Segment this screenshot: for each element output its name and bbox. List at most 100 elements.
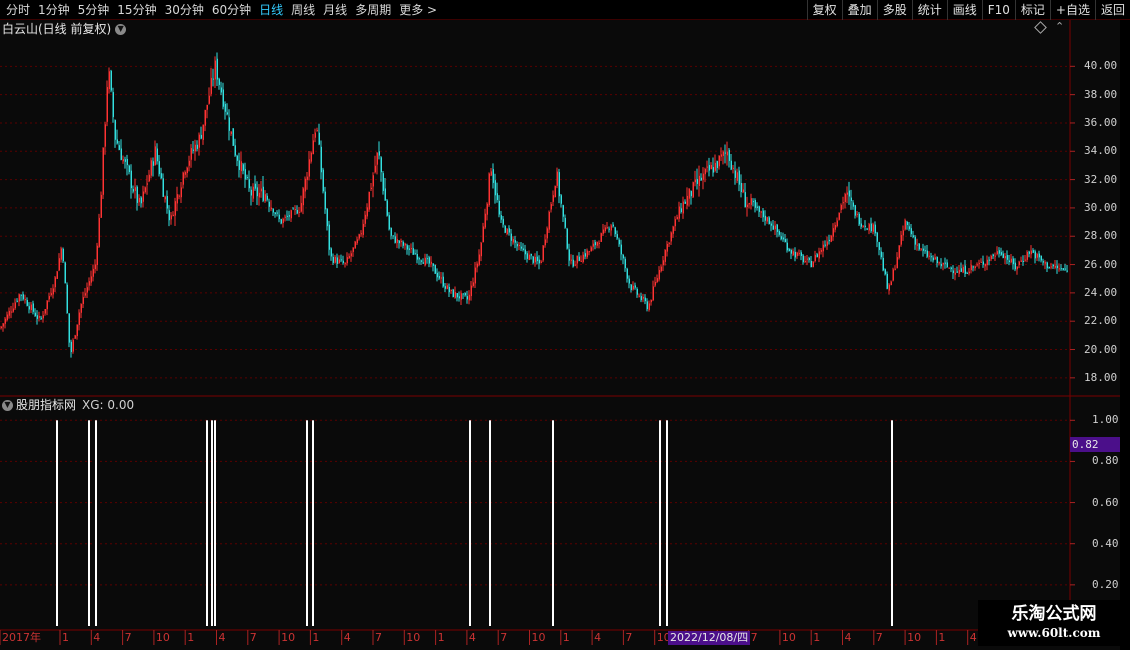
candle-down (406, 245, 408, 250)
candle-down (1052, 264, 1054, 267)
chevron-up-icon[interactable]: ⌃ (1055, 20, 1064, 33)
candle-up (868, 224, 870, 231)
candle-up (18, 294, 20, 302)
candle-down (1014, 262, 1016, 270)
candle-down (680, 208, 682, 213)
candle-up (830, 235, 832, 242)
date-tick-label: 1 (437, 631, 445, 644)
indicator-tick-label: 0.40 (1092, 536, 1119, 550)
candle-down (816, 254, 818, 258)
candle-up (98, 217, 100, 247)
candle-up (396, 239, 398, 243)
candle-up (1016, 266, 1018, 270)
candle-down (758, 206, 760, 212)
candle-up (366, 207, 368, 217)
candle-up (928, 255, 930, 257)
candle-up (840, 205, 842, 210)
candle-down (640, 296, 642, 301)
candle-down (414, 253, 416, 255)
candle-up (1020, 260, 1022, 262)
xg-signal-bar (206, 420, 208, 626)
candle-down (756, 206, 758, 208)
candle-down (120, 148, 122, 160)
candle-up (650, 300, 652, 303)
candle-down (378, 151, 380, 156)
candle-down (428, 257, 430, 264)
kline-chart[interactable] (0, 0, 1120, 650)
candle-down (620, 244, 622, 255)
candle-down (982, 261, 984, 265)
candle-down (456, 293, 458, 298)
candle-up (312, 140, 314, 155)
candle-down (914, 236, 916, 245)
candle-down (960, 268, 962, 272)
candle-down (752, 201, 754, 203)
candle-down (26, 300, 28, 306)
candle-down (754, 200, 756, 208)
candle-down (166, 196, 168, 209)
candle-up (674, 219, 676, 227)
candle-up (344, 262, 346, 264)
candle-up (792, 251, 794, 256)
candle-down (32, 303, 34, 312)
candle-up (996, 251, 998, 255)
candle-down (728, 149, 730, 161)
candle-up (364, 214, 366, 224)
date-tick-label: 1 (187, 631, 195, 644)
candle-up (482, 226, 484, 243)
candle-down (866, 228, 868, 230)
candle-up (582, 254, 584, 262)
candle-down (696, 179, 698, 184)
candle-up (1010, 258, 1012, 263)
candle-up (94, 264, 96, 270)
candle-up (252, 186, 254, 199)
candle-down (764, 215, 766, 221)
candle-down (458, 296, 460, 299)
candle-up (1018, 261, 1020, 265)
candle-up (836, 220, 838, 227)
candle-up (844, 194, 846, 202)
candle-down (734, 170, 736, 178)
price-panel-header: 白云山(日线 前复权) ▼ (2, 21, 127, 37)
candle-up (826, 241, 828, 246)
candle-up (704, 169, 706, 175)
candle-down (636, 288, 638, 295)
candle-up (84, 293, 86, 296)
chevron-down-icon[interactable]: ▼ (115, 23, 127, 35)
candle-up (102, 147, 104, 195)
candle-down (1022, 260, 1024, 262)
candle-up (90, 276, 92, 283)
watermark: 乐淘公式网 www.60lt.com (978, 600, 1130, 646)
date-tick-label: 4 (93, 631, 101, 644)
side-panel-strip[interactable] (1120, 20, 1130, 650)
chevron-down-icon[interactable]: ▼ (2, 399, 13, 411)
candle-up (720, 154, 722, 157)
candle-up (820, 249, 822, 252)
candle-up (372, 175, 374, 187)
candle-up (74, 335, 76, 339)
candle-down (386, 200, 388, 216)
candle-down (530, 253, 532, 256)
candle-down (196, 144, 198, 149)
candle-down (498, 200, 500, 215)
xg-value: XG: 0.00 (82, 398, 135, 412)
candle-up (814, 254, 816, 262)
candle-up (676, 217, 678, 220)
date-tick-label: 7 (124, 631, 132, 644)
candle-up (726, 151, 728, 156)
candle-down (238, 160, 240, 170)
candle-up (710, 165, 712, 170)
candle-up (172, 214, 174, 216)
date-tick-label: 10 (281, 631, 296, 644)
candle-down (340, 259, 342, 261)
candle-up (202, 124, 204, 140)
candle-up (440, 277, 442, 279)
candle-down (276, 212, 278, 214)
candle-down (762, 210, 764, 218)
price-tick-label: 36.00 (1084, 115, 1118, 129)
candle-up (310, 152, 312, 162)
candle-up (14, 302, 16, 309)
candle-down (1006, 255, 1008, 260)
candle-up (186, 167, 188, 174)
candle-up (714, 162, 716, 171)
